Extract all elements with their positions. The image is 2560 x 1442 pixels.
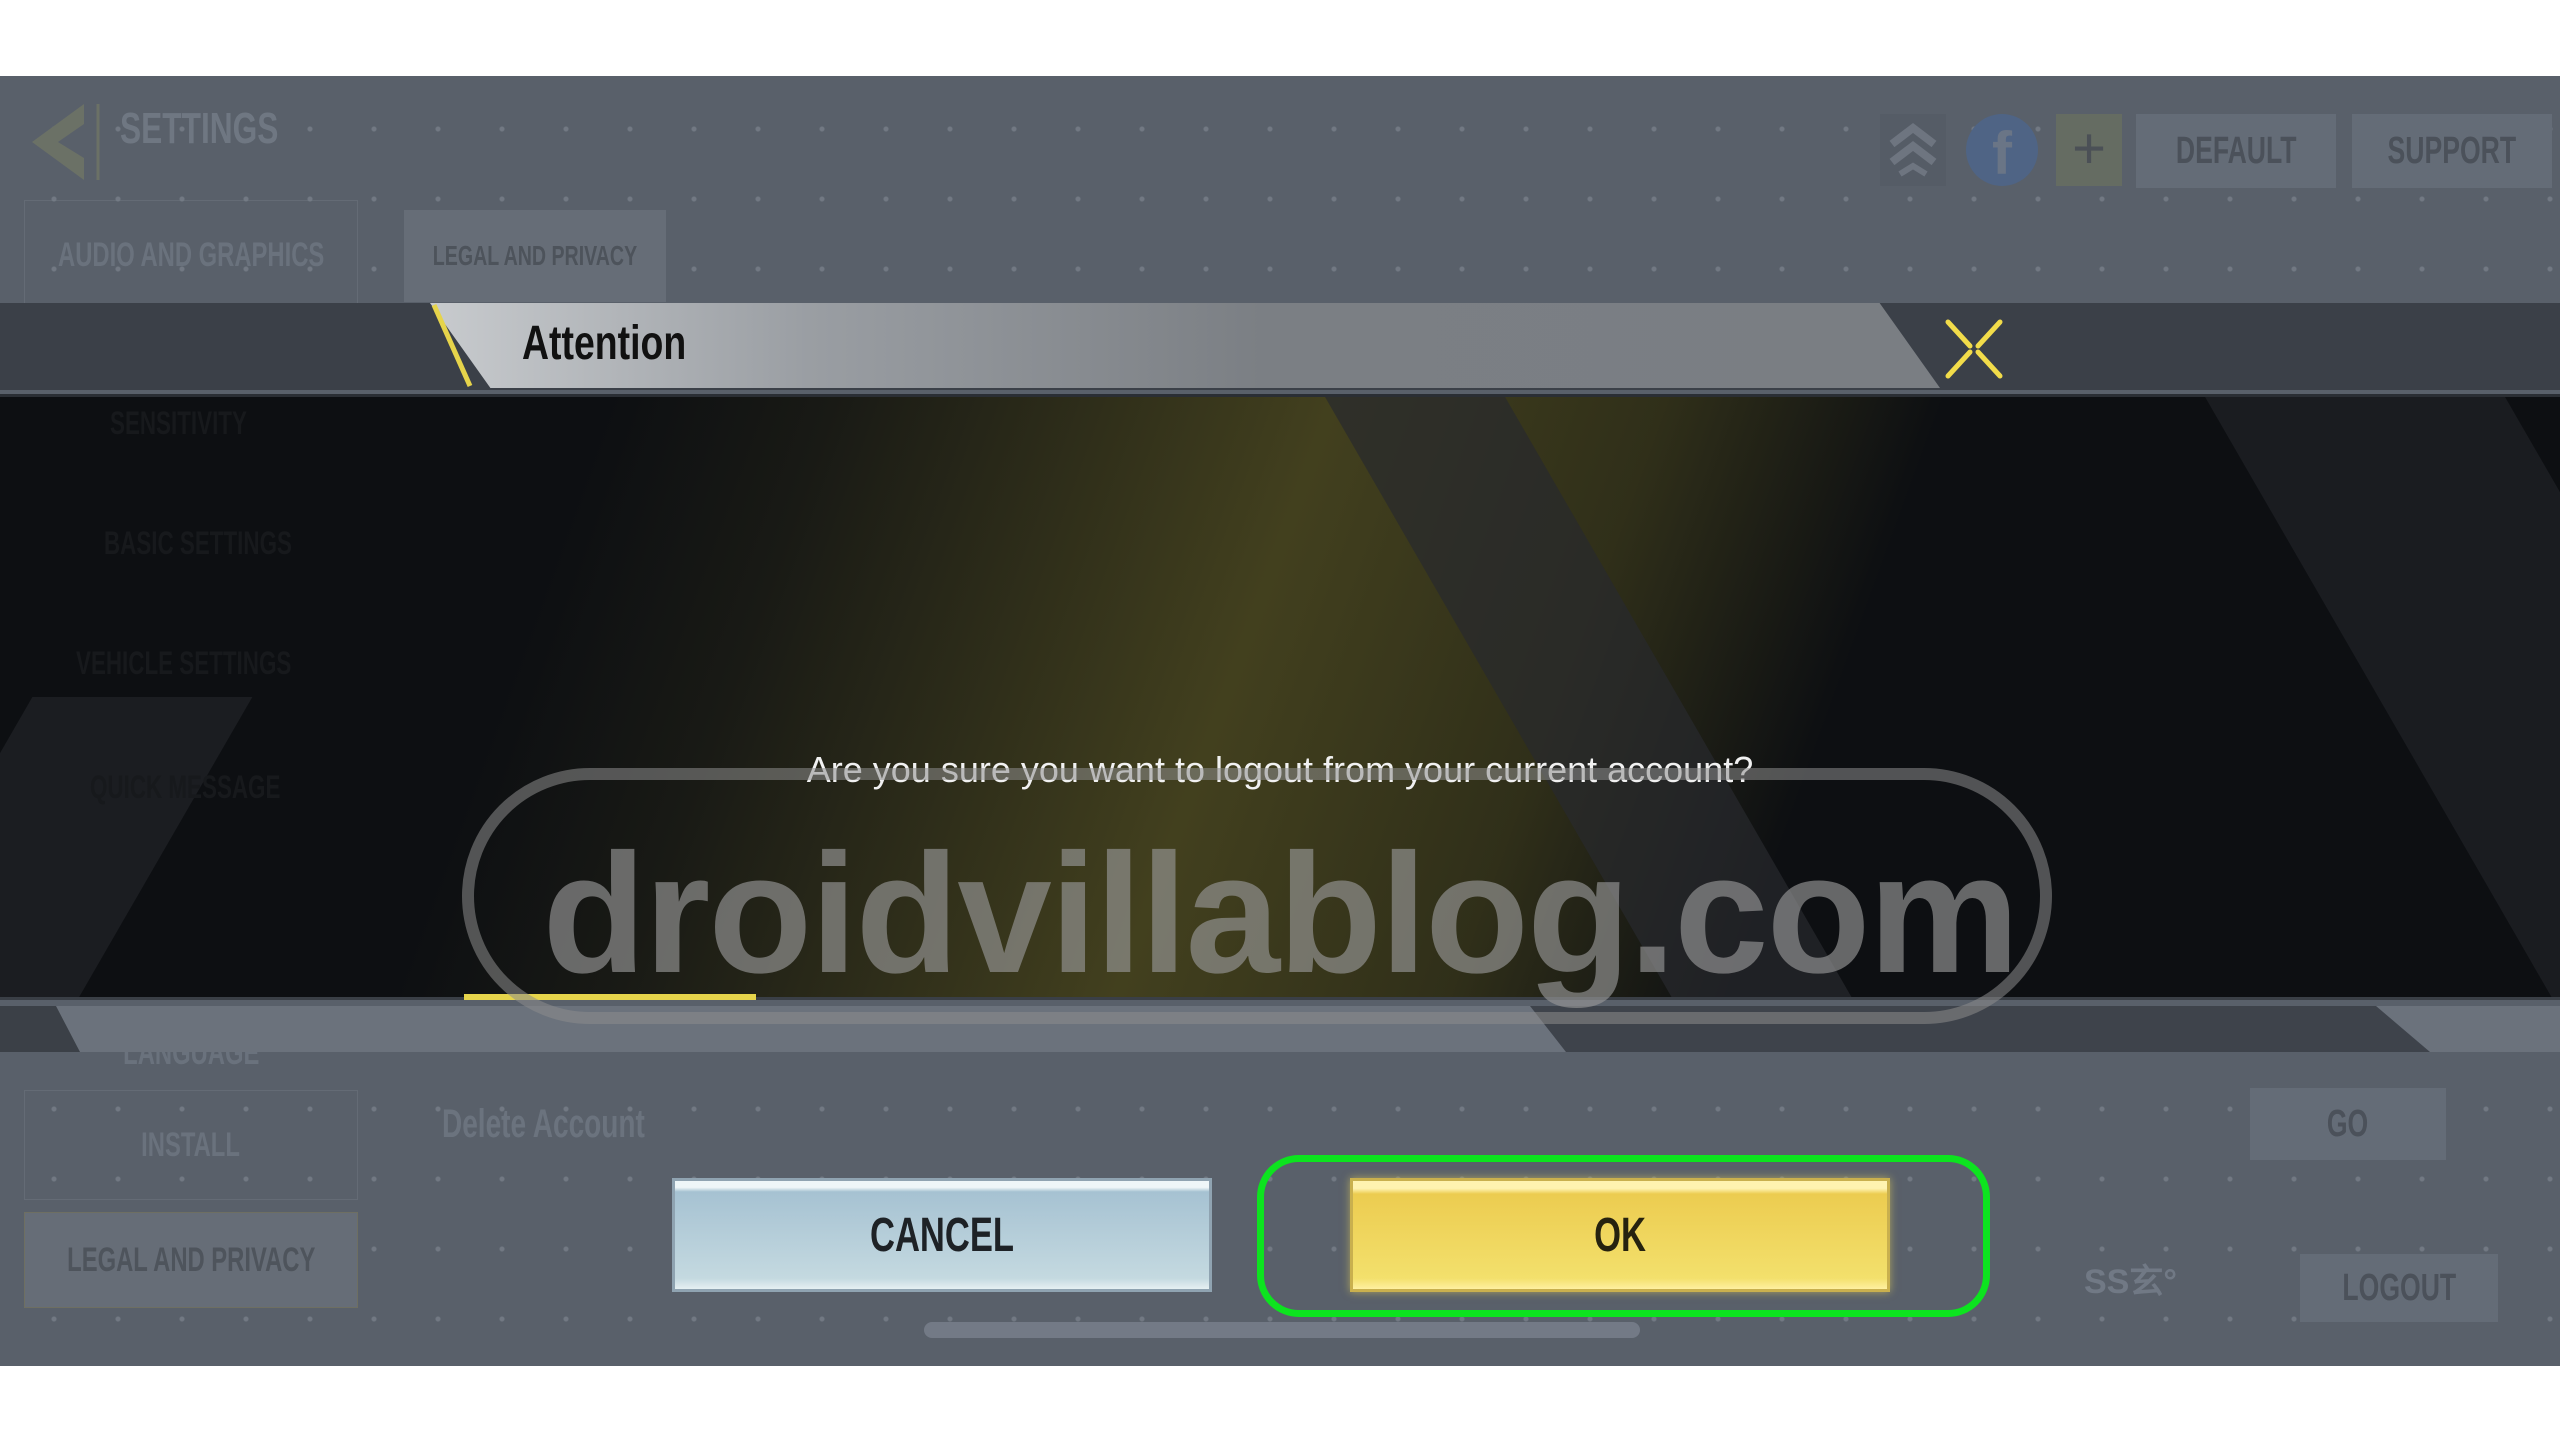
close-icon[interactable]	[1934, 312, 2014, 386]
back-arrow-icon[interactable]	[24, 98, 104, 182]
sidebar-item-audio-graphics[interactable]: AUDIO AND GRAPHICS	[24, 200, 358, 310]
delete-account-label: Delete Account	[442, 1102, 645, 1146]
settings-title: SETTINGS	[120, 104, 279, 153]
sidebar-item-legal-privacy[interactable]: LEGAL AND PRIVACY	[24, 1212, 358, 1308]
title-accent-slash	[431, 303, 473, 388]
decor-slab	[1530, 1006, 2430, 1052]
dialog-accent-bar	[464, 994, 756, 1000]
hidden-sidebar-item: VEHICLE SETTINGS	[76, 645, 292, 681]
decor-glow	[0, 397, 2560, 997]
rank-chevrons-icon[interactable]	[1880, 114, 1946, 186]
facebook-icon[interactable]: f	[1966, 114, 2038, 187]
account-id-text: SS玄°	[2084, 1263, 2177, 1301]
hidden-sidebar-item: SENSITIVITY	[110, 405, 247, 441]
tab-legal-privacy[interactable]: LEGAL AND PRIVACY	[404, 210, 666, 302]
sidebar-item-install[interactable]: INSTALL	[24, 1090, 358, 1200]
ok-button[interactable]: OK	[1350, 1178, 1890, 1292]
go-button[interactable]: GO	[2250, 1088, 2446, 1160]
dialog-message: Are you sure you want to logout from you…	[806, 749, 1754, 790]
plus-icon[interactable]: +	[2056, 114, 2122, 186]
default-button[interactable]: DEFAULT	[2136, 114, 2336, 188]
hidden-sidebar-item: BASIC SETTINGS	[104, 525, 292, 561]
home-indicator[interactable]	[924, 1322, 1640, 1338]
dialog-body: SENSITIVITY BASIC SETTINGS VEHICLE SETTI…	[0, 394, 2560, 1000]
game-screen: SETTINGS f + DEFAULT SUPPORT AUDIO AND G…	[0, 76, 2560, 1366]
dialog-title: Attention	[522, 317, 687, 370]
support-button[interactable]: SUPPORT	[2352, 114, 2552, 188]
logout-button[interactable]: LOGOUT	[2300, 1254, 2498, 1322]
cancel-button[interactable]: CANCEL	[672, 1178, 1212, 1292]
